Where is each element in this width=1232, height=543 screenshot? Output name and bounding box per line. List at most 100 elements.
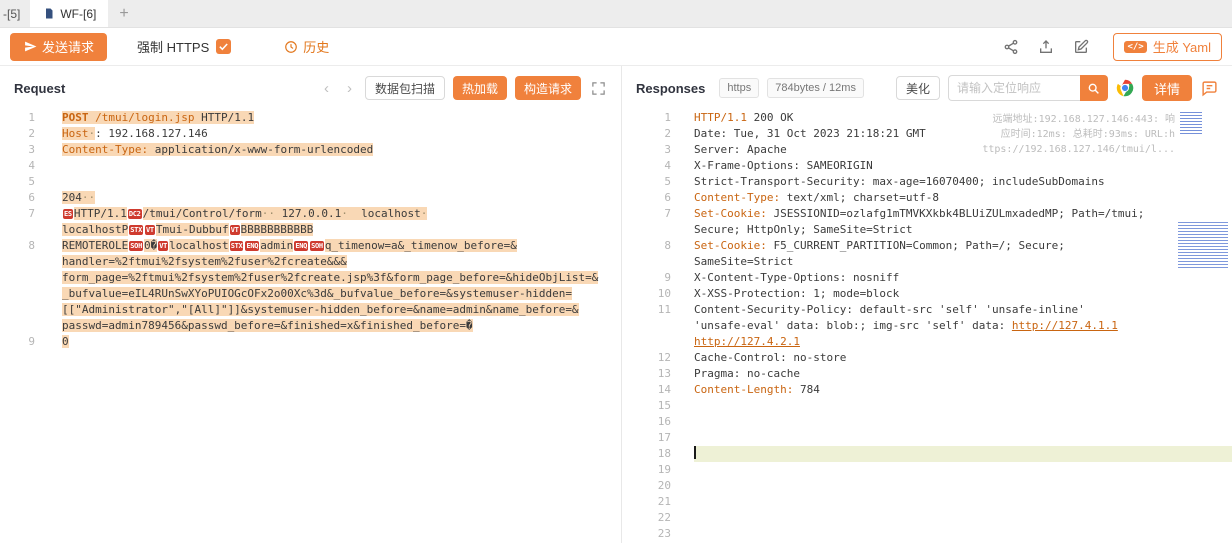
code-line[interactable]: 15	[622, 398, 1232, 414]
code-line[interactable]: 19	[622, 462, 1232, 478]
line-number: 4	[622, 158, 694, 174]
force-https-toggle[interactable]: 强制 HTTPS	[137, 37, 231, 56]
history-button[interactable]: 历史	[283, 37, 329, 56]
construct-request-button[interactable]: 构造请求	[515, 76, 581, 100]
code-line[interactable]: 'unsafe-eval' data: blob:; img-src 'self…	[622, 318, 1232, 334]
clock-icon	[283, 39, 298, 54]
code-line[interactable]: Secure; HttpOnly; SameSite=Strict	[622, 222, 1232, 238]
response-editor[interactable]: 远端地址:192.168.127.146:443: 响 应时间:12ms: 总耗…	[622, 110, 1232, 543]
code-line[interactable]: 3Server: Apache	[622, 142, 1232, 158]
add-tab-button[interactable]: +	[108, 0, 139, 27]
code-line[interactable]: 4	[0, 158, 621, 174]
code-line[interactable]: 22	[622, 510, 1232, 526]
line-number: 5	[622, 174, 694, 190]
tab-bar: -[5] WF-[6] +	[0, 0, 1232, 28]
line-number: 9	[622, 270, 694, 286]
code-line[interactable]: 11Content-Security-Policy: default-src '…	[622, 302, 1232, 318]
code-line[interactable]: 3Content-Type: application/x-www-form-ur…	[0, 142, 621, 158]
code-line[interactable]: 1POST /tmui/login.jsp HTTP/1.1	[0, 110, 621, 126]
code-line[interactable]: passwd=admin789456&passwd_before=&finish…	[0, 318, 621, 334]
line-number: 1	[0, 110, 62, 126]
code-text: Content-Security-Policy: default-src 'se…	[694, 302, 1232, 318]
line-number: 21	[622, 494, 694, 510]
export-icon[interactable]	[1037, 38, 1055, 56]
code-line[interactable]: 20	[622, 478, 1232, 494]
code-line[interactable]: 2Host·: 192.168.127.146	[0, 126, 621, 142]
line-number: 7	[622, 206, 694, 222]
tab-fuzzer-6[interactable]: WF-[6]	[30, 0, 108, 27]
request-header-actions: ‹ › 数据包扫描 热加载 构造请求	[319, 76, 607, 100]
checkbox-checked-icon[interactable]	[216, 39, 231, 54]
edit-icon[interactable]	[1072, 38, 1090, 56]
code-line[interactable]: 21	[622, 494, 1232, 510]
code-text: 0	[62, 334, 621, 350]
packet-scan-button[interactable]: 数据包扫描	[365, 76, 445, 100]
code-text: Content-Length: 784	[694, 382, 1232, 398]
code-line[interactable]: [["Administrator","[All]"]]&systemuser-h…	[0, 302, 621, 318]
code-line[interactable]: 18	[622, 446, 1232, 462]
response-panel: Responses https 784bytes / 12ms 美化	[622, 66, 1232, 543]
code-line[interactable]: 5Strict-Transport-Security: max-age=1607…	[622, 174, 1232, 190]
code-text: passwd=admin789456&passwd_before=&finish…	[62, 318, 621, 334]
code-line[interactable]: 12Cache-Control: no-store	[622, 350, 1232, 366]
tab-label: -[5]	[3, 7, 20, 21]
tab-label: WF-[6]	[60, 7, 96, 21]
request-editor[interactable]: 1POST /tmui/login.jsp HTTP/1.12Host·: 19…	[0, 110, 621, 543]
code-line[interactable]: 13Pragma: no-cache	[622, 366, 1232, 382]
code-text: HTTP/1.1 200 OK	[694, 110, 1232, 126]
code-line[interactable]: handler=%2ftmui%2fsystem%2fuser%2fcreate…	[0, 254, 621, 270]
code-text: 204··	[62, 190, 621, 206]
code-line[interactable]: 8Set-Cookie: F5_CURRENT_PARTITION=Common…	[622, 238, 1232, 254]
generate-yaml-label: 生成 Yaml	[1153, 37, 1211, 56]
code-line[interactable]: 9X-Content-Type-Options: nosniff	[622, 270, 1232, 286]
control-char-badge: ENQ	[294, 241, 308, 251]
code-line[interactable]: SameSite=Strict	[622, 254, 1232, 270]
search-input[interactable]	[948, 75, 1080, 101]
code-line[interactable]: 2Date: Tue, 31 Oct 2023 21:18:21 GMT	[622, 126, 1232, 142]
code-line[interactable]: http://127.4.2.1	[622, 334, 1232, 350]
code-text: X-XSS-Protection: 1; mode=block	[694, 286, 1232, 302]
search-button[interactable]	[1080, 75, 1108, 101]
code-text: handler=%2ftmui%2fsystem%2fuser%2fcreate…	[62, 254, 621, 270]
code-line[interactable]: 17	[622, 430, 1232, 446]
code-line[interactable]: 4X-Frame-Options: SAMEORIGIN	[622, 158, 1232, 174]
code-text: Pragma: no-cache	[694, 366, 1232, 382]
beautify-button[interactable]: 美化	[896, 76, 940, 100]
line-number: 8	[0, 238, 62, 254]
code-line[interactable]: 23	[622, 526, 1232, 542]
code-line[interactable]: localhostPSTXVTTmui-DubbufVTBBBBBBBBBBB	[0, 222, 621, 238]
line-number	[0, 302, 62, 318]
editor-minimap[interactable]	[1178, 110, 1232, 543]
code-text: Server: Apache	[694, 142, 1232, 158]
share-icon[interactable]	[1002, 38, 1020, 56]
code-text: Date: Tue, 31 Oct 2023 21:18:21 GMT	[694, 126, 1232, 142]
code-line[interactable]: 8REMOTEROLESOH0�VTlocalhostSTXENQadminEN…	[0, 238, 621, 254]
responses-title: Responses	[636, 81, 705, 96]
request-title: Request	[14, 81, 65, 96]
comment-icon[interactable]	[1200, 79, 1218, 97]
code-line[interactable]: 90	[0, 334, 621, 350]
chevron-left-icon[interactable]: ‹	[319, 80, 334, 97]
code-line[interactable]: _bufvalue=eIL4RUnSwXYoPUIOGcOFx2o00Xc%3d…	[0, 286, 621, 302]
control-char-badge: SOH	[129, 241, 143, 251]
code-line[interactable]: 7ESHTTP/1.1DC2/tmui/Control/form·· 127.0…	[0, 206, 621, 222]
chrome-browser-icon[interactable]	[1116, 79, 1134, 97]
code-line[interactable]: 10X-XSS-Protection: 1; mode=block	[622, 286, 1232, 302]
expand-icon[interactable]	[589, 79, 607, 97]
code-text	[694, 478, 1232, 494]
code-line[interactable]: 5	[0, 174, 621, 190]
line-number: 18	[622, 446, 694, 462]
code-line[interactable]: form_page=%2ftmui%2fsystem%2fuser%2fcrea…	[0, 270, 621, 286]
code-line[interactable]: 6Content-Type: text/xml; charset=utf-8	[622, 190, 1232, 206]
chevron-right-icon[interactable]: ›	[342, 80, 357, 97]
generate-yaml-button[interactable]: </> 生成 Yaml	[1113, 33, 1222, 61]
details-button[interactable]: 详情	[1142, 75, 1192, 101]
hot-reload-button[interactable]: 热加载	[453, 76, 507, 100]
code-line[interactable]: 6204··	[0, 190, 621, 206]
code-line[interactable]: 14Content-Length: 784	[622, 382, 1232, 398]
tab-fuzzer-5[interactable]: -[5]	[0, 0, 30, 27]
code-line[interactable]: 7Set-Cookie: JSESSIONID=ozlafg1mTMVKXkbk…	[622, 206, 1232, 222]
code-line[interactable]: 16	[622, 414, 1232, 430]
code-line[interactable]: 1HTTP/1.1 200 OK	[622, 110, 1232, 126]
send-request-button[interactable]: 发送请求	[10, 33, 107, 61]
